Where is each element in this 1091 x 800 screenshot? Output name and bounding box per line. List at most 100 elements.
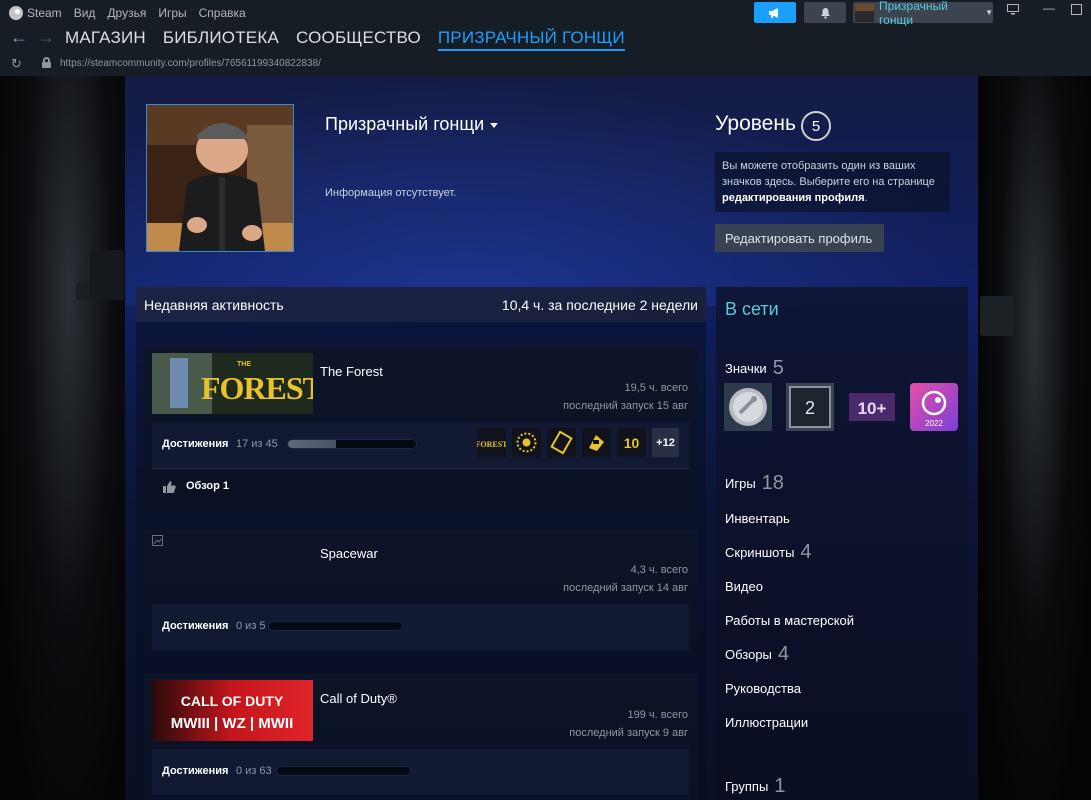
sidebar-item-badges[interactable]: Значки 5 [725,357,784,380]
background-art-left [0,76,125,800]
profile-summary: Информация отсутствует. [325,187,457,199]
achievements-row[interactable]: Достижения 0 из 63 [152,749,689,795]
review-label: Обзор 1 [186,480,230,492]
game-last-played: последний запуск 14 авг [563,582,688,594]
achievement-icon[interactable] [582,428,611,457]
reload-icon[interactable]: ↻ [11,56,22,72]
badge-games-owned-icon[interactable]: 10+ [848,383,896,431]
achievements-label: Достижения [162,620,229,632]
menu-friends[interactable]: Друзья [107,6,146,20]
lock-icon [42,57,51,68]
svg-text:FOREST: FOREST [201,370,313,406]
game-hours-total: 19,5 ч. всего [624,382,688,394]
url-text[interactable]: https://steamcommunity.com/profiles/7656… [60,58,321,69]
review-row[interactable]: Обзор 1 [152,468,689,502]
announcements-button[interactable] [754,2,796,23]
sidebar-item-reviews[interactable]: Обзоры 4 [725,643,789,666]
game-card-the-forest: FOREST THE The Forest 19,5 ч. всего посл… [144,347,697,510]
svg-text:THE: THE [237,361,251,368]
svg-text:10+: 10+ [858,399,887,418]
big-picture-icon[interactable] [1007,4,1019,18]
sidebar-item-games[interactable]: Игры 18 [725,472,784,495]
background-ornament [90,250,124,300]
sidebar-item-guides[interactable]: Руководства [725,681,801,696]
achievement-icons: FOREST 10 +12 [477,428,679,457]
achievements-progress-bar [268,621,403,631]
recent-activity-title: Недавняя активность [144,296,284,313]
game-last-played: последний запуск 15 авг [563,400,688,412]
sidebar-item-inventory[interactable]: Инвентарь [725,511,790,526]
minimize-icon[interactable]: — [1043,1,1055,15]
account-menu-button[interactable]: Призрачный гонщи ▼ [853,0,993,27]
game-card-call-of-duty: CALL OF DUTY MWIII | WZ | MWII Call of D… [144,674,697,800]
svg-text:FOREST: FOREST [477,440,506,449]
game-last-played: последний запуск 9 авг [569,727,688,739]
nav-store[interactable]: МАГАЗИН [65,28,146,51]
game-capsule-spacewar[interactable] [152,535,313,596]
achievements-count: 0 из 5 [236,620,266,632]
sidebar-item-artwork[interactable]: Иллюстрации [725,715,808,730]
avatar-small [855,3,875,22]
sidebar-item-videos[interactable]: Видео [725,579,763,594]
game-capsule-the-forest[interactable]: FOREST THE [152,353,313,414]
chevron-down-icon: ▼ [985,8,993,17]
game-name[interactable]: The Forest [320,364,383,379]
game-name[interactable]: Spacewar [320,546,378,561]
featured-badge-hint: Вы можете отобразить один из ваших значк… [715,152,950,212]
menu-view[interactable]: Вид [74,6,96,20]
nav-library[interactable]: БИБЛИОТЕКА [163,28,279,51]
svg-text:2: 2 [805,398,815,418]
game-hours-total: 4,3 ч. всего [630,564,688,576]
edit-profile-link[interactable]: редактирования профиля [722,192,865,204]
menu-games[interactable]: Игры [158,6,186,20]
recent-activity-header: Недавняя активность 10,4 ч. за последние… [136,287,706,322]
badge-community-icon[interactable] [724,383,772,431]
sidebar-item-screenshots[interactable]: Скриншоты 4 [725,541,812,564]
main-nav: МАГАЗИН БИБЛИОТЕКА СООБЩЕСТВО ПРИЗРАЧНЫЙ… [65,28,625,51]
achievements-more[interactable]: +12 [652,428,679,457]
menu-steam[interactable]: Steam [9,6,62,21]
back-arrow-icon[interactable]: ← [10,27,28,48]
notifications-button[interactable] [804,2,846,23]
achievements-progress-fill [288,440,337,448]
svg-text:MWIII | WZ | MWII: MWIII | WZ | MWII [171,715,294,732]
achievements-count: 17 из 45 [236,438,278,450]
chevron-down-icon [490,122,499,128]
badge-years-icon[interactable]: 2 [786,383,834,431]
forward-arrow-icon[interactable]: → [37,27,55,48]
badge-steam-replay-icon[interactable]: 2022 [910,383,958,431]
nav-community[interactable]: СООБЩЕСТВО [296,28,421,51]
persona-name[interactable]: Призрачный гонщи [325,114,499,135]
megaphone-icon [769,7,778,18]
game-capsule-call-of-duty[interactable]: CALL OF DUTY MWIII | WZ | MWII [152,680,313,741]
nav-profile[interactable]: ПРИЗРАЧНЫЙ ГОНЩИ [437,28,625,51]
level-badge[interactable]: 5 [801,111,831,141]
maximize-icon[interactable] [1071,4,1082,18]
achievements-progress-bar [287,439,417,449]
achievements-progress-bar [276,766,411,776]
background-art-right [978,76,1091,800]
achievements-label: Достижения [162,438,229,450]
profile-avatar[interactable] [146,104,294,252]
game-name[interactable]: Call of Duty® [320,691,397,706]
achievement-icon[interactable] [512,428,541,457]
achievement-icon[interactable]: 10 [617,428,646,457]
svg-text:2022: 2022 [925,419,943,428]
achievements-label: Достижения [162,765,229,777]
menu-help[interactable]: Справка [199,6,246,20]
achievements-count: 0 из 63 [236,765,272,777]
bell-icon [820,7,830,19]
sidebar-item-workshop[interactable]: Работы в мастерской [725,613,854,628]
recent-activity-hours: 10,4 ч. за последние 2 недели [501,296,698,313]
sidebar-item-groups[interactable]: Группы 1 [725,775,785,798]
steam-logo-icon [9,6,23,21]
badge-list: 2 10+ 2022 [724,383,958,431]
achievement-icon[interactable] [547,428,576,457]
achievements-row[interactable]: Достижения 17 из 45 FOREST 10 +12 [152,422,689,468]
url-bar: ↻ https://steamcommunity.com/profiles/76… [0,52,1091,76]
online-status: В сети [725,299,779,319]
achievements-row[interactable]: Достижения 0 из 5 [152,604,689,650]
achievement-icon[interactable]: FOREST [477,428,506,457]
edit-profile-button[interactable]: Редактировать профиль [715,224,884,252]
account-name: Призрачный гонщи [879,0,948,27]
